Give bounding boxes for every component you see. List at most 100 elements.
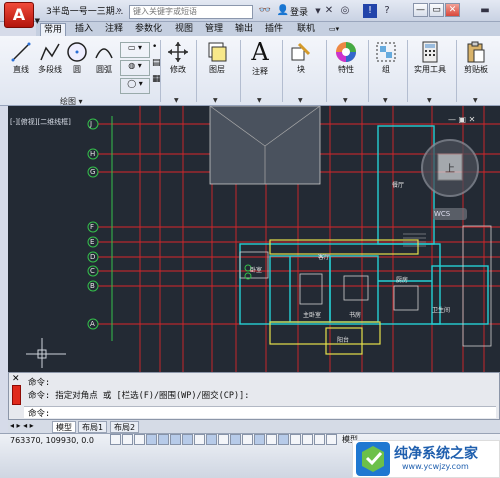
- layers-icon: [208, 42, 227, 62]
- restore-button[interactable]: ▭: [429, 3, 444, 17]
- tab-nav-arrows[interactable]: ◂ ▸ ◂ ▸: [10, 421, 34, 430]
- login-button[interactable]: 登录: [290, 5, 308, 18]
- clipboard-panel-button[interactable]: 剪贴板: [458, 40, 494, 75]
- circle-icon: [67, 42, 87, 62]
- hatch-icon[interactable]: ◍ ▾: [120, 60, 150, 76]
- tab-annotate[interactable]: 注释: [102, 23, 126, 36]
- quick-properties-toggle[interactable]: [254, 434, 265, 445]
- infer-constraints-toggle[interactable]: [110, 434, 121, 445]
- coordinate-readout[interactable]: 763370, 109930, 0.0: [10, 436, 94, 445]
- search-input[interactable]: 键入关键字或短语: [129, 5, 253, 19]
- binoculars-icon[interactable]: 👓: [258, 4, 272, 18]
- expand-arrows-icon[interactable]: »: [112, 4, 126, 18]
- panel-divider: [240, 40, 241, 102]
- selection-cycling-toggle[interactable]: [266, 434, 277, 445]
- status-toggle[interactable]: [302, 434, 313, 445]
- chevron-down-icon[interactable]: ▼: [473, 97, 478, 104]
- grid-toggle[interactable]: [134, 434, 145, 445]
- panel-divider: [456, 40, 457, 102]
- ribbon-toggle-icon[interactable]: ▭▾: [326, 23, 342, 36]
- status-toggle[interactable]: [314, 434, 325, 445]
- floor-plan-drawing: 上: [26, 106, 500, 372]
- chevron-down-icon[interactable]: ▼: [174, 97, 179, 104]
- axis-label-f: F: [90, 223, 95, 231]
- dyn-toggle[interactable]: [218, 434, 229, 445]
- properties-panel-button[interactable]: 特性: [331, 40, 361, 75]
- tab-output[interactable]: 输出: [232, 23, 256, 36]
- group-panel-button[interactable]: 组: [373, 40, 399, 75]
- osnap-toggle[interactable]: [170, 434, 181, 445]
- close-icon[interactable]: ✕: [12, 374, 20, 384]
- annotation-monitor-toggle[interactable]: [278, 434, 289, 445]
- polyline-tool-button[interactable]: 多段线: [36, 40, 64, 75]
- tab-parametric[interactable]: 参数化: [132, 23, 165, 36]
- tab-layout1[interactable]: 布局1: [78, 421, 108, 433]
- circle-tool-button[interactable]: 圆: [64, 40, 90, 75]
- lineweight-toggle[interactable]: [230, 434, 241, 445]
- command-input[interactable]: [24, 406, 496, 418]
- group-label: 组: [382, 65, 390, 74]
- tab-layout2[interactable]: 布局2: [110, 421, 140, 433]
- polar-toggle[interactable]: [158, 434, 169, 445]
- otrack-toggle[interactable]: [194, 434, 205, 445]
- panel-divider: [368, 40, 369, 102]
- arc-tool-button[interactable]: 圆弧: [90, 40, 118, 75]
- ucs-icon: [26, 338, 66, 368]
- chevron-down-icon[interactable]: ▼: [427, 97, 432, 104]
- info-icon[interactable]: !: [363, 4, 377, 18]
- drawing-canvas[interactable]: 上: [8, 106, 500, 372]
- application-menu-button[interactable]: A ▼: [4, 2, 40, 28]
- panel-divider: [282, 40, 283, 102]
- ellipse-icon[interactable]: ◯ ▾: [120, 78, 150, 94]
- layers-panel-button[interactable]: 图层: [203, 40, 231, 75]
- circle-tool-label: 圆: [73, 65, 81, 74]
- utilities-label: 实用工具: [414, 65, 446, 74]
- exchange-icon[interactable]: ✕: [322, 4, 336, 18]
- status-toggle[interactable]: [290, 434, 301, 445]
- wcs-label[interactable]: WCS: [434, 210, 450, 218]
- annotation-panel-button[interactable]: A 注释: [246, 38, 274, 77]
- ducs-toggle[interactable]: [206, 434, 217, 445]
- axis-label-c: C: [90, 267, 95, 275]
- line-tool-button[interactable]: 直线: [6, 40, 36, 75]
- panel-divider: [196, 40, 197, 102]
- snap-toggle[interactable]: [122, 434, 133, 445]
- status-toggle[interactable]: [326, 434, 337, 445]
- viewport-window-controls[interactable]: — ▣ ✕: [448, 115, 475, 124]
- user-icon[interactable]: 👤: [276, 4, 290, 18]
- transparency-toggle[interactable]: [242, 434, 253, 445]
- tab-online[interactable]: 联机: [294, 23, 318, 36]
- draw-small-tools: ▭ ▾ ◍ ▾ ◯ ▾: [120, 42, 150, 96]
- chevron-down-icon[interactable]: ▼: [383, 97, 388, 104]
- utilities-panel-button[interactable]: 实用工具: [410, 40, 450, 75]
- point-icon[interactable]: •: [152, 42, 157, 52]
- rectangle-icon[interactable]: ▭ ▾: [120, 42, 150, 58]
- tab-plugins[interactable]: 插件: [262, 23, 286, 36]
- viewport-controls-label[interactable]: [-][俯视][二维线框]: [10, 117, 71, 127]
- tab-model[interactable]: 模型: [52, 421, 76, 433]
- chevron-down-icon[interactable]: ▼: [298, 97, 303, 104]
- 3d-osnap-toggle[interactable]: [182, 434, 193, 445]
- axis-label-d: D: [90, 253, 96, 261]
- room-label: 厨房: [396, 277, 409, 284]
- axis-label-g: G: [90, 168, 96, 176]
- tab-view[interactable]: 视图: [172, 23, 196, 36]
- room-label: 阳台: [337, 337, 350, 344]
- chevron-down-icon[interactable]: ▼: [257, 97, 262, 104]
- command-window-grip[interactable]: [12, 385, 21, 405]
- chevron-down-icon[interactable]: ▼: [343, 97, 348, 104]
- minimize-button[interactable]: —: [413, 3, 428, 17]
- help-circle-icon[interactable]: ◎: [338, 4, 352, 18]
- tab-insert[interactable]: 插入: [72, 23, 96, 36]
- tab-home[interactable]: 常用: [40, 23, 67, 36]
- tab-manage[interactable]: 管理: [202, 23, 226, 36]
- close-button[interactable]: ✕: [445, 3, 460, 17]
- chevron-down-icon[interactable]: ▼: [213, 97, 218, 104]
- room-label: 书房: [349, 312, 362, 319]
- ortho-toggle[interactable]: [146, 434, 157, 445]
- help-icon[interactable]: ?: [380, 4, 394, 18]
- minimize-doc-icon[interactable]: ▬: [478, 4, 492, 18]
- block-panel-button[interactable]: 块: [286, 40, 316, 75]
- modify-panel-button[interactable]: 修改: [164, 40, 192, 75]
- watermark-title: 纯净系统之家: [394, 446, 478, 462]
